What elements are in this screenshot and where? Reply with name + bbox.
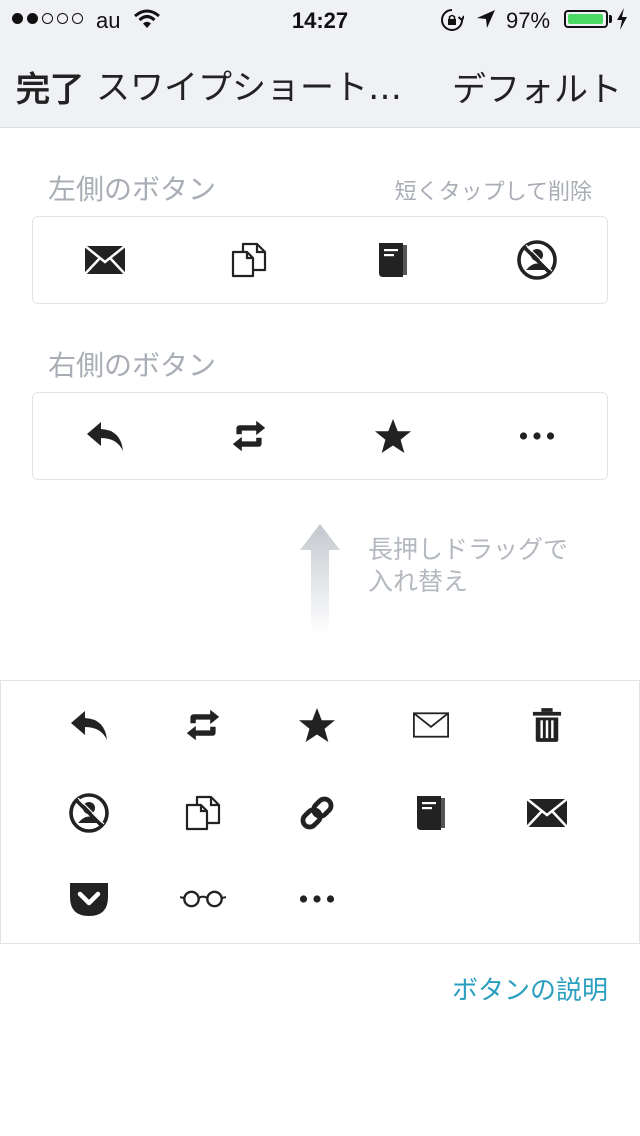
more-icon [519, 431, 555, 441]
book-icon [377, 241, 409, 279]
copy-icon [185, 795, 221, 831]
reply-icon [69, 709, 109, 741]
palette-item-retweet[interactable] [163, 685, 243, 765]
trash-icon [532, 707, 562, 743]
up-arrow-icon [298, 524, 342, 634]
button-explanation-link[interactable]: ボタンの説明 [452, 970, 608, 1007]
drag-hint-line1: 長押しドラッグで [368, 535, 569, 564]
battery-percentage: 97% [506, 8, 551, 33]
left-slot-copy[interactable] [177, 217, 321, 303]
palette-item-book[interactable] [391, 773, 471, 853]
palette-item-star[interactable] [277, 685, 357, 765]
right-slot-star[interactable] [321, 393, 465, 479]
palette-item-mail-outline[interactable] [391, 685, 471, 765]
palette-item-glasses[interactable] [163, 859, 243, 939]
mail-icon [85, 246, 125, 274]
palette-item-reply[interactable] [49, 685, 129, 765]
status-bar: au 14:27 97% [0, 0, 640, 40]
no-person-icon [516, 239, 558, 281]
left-buttons-box [32, 216, 608, 304]
more-icon [299, 894, 335, 904]
glasses-icon [180, 889, 226, 909]
right-buttons-title: 右側のボタン [48, 349, 217, 382]
right-buttons-box [32, 392, 608, 480]
retweet-icon [185, 708, 221, 742]
drag-hint: 長押しドラッグで 入れ替え [368, 534, 608, 598]
battery-icon [564, 10, 608, 28]
palette-item-trash[interactable] [507, 685, 587, 765]
tap-to-delete-hint: 短くタップして削除 [394, 180, 592, 205]
left-slot-book[interactable] [321, 217, 465, 303]
left-slot-no-person[interactable] [465, 217, 609, 303]
location-arrow-icon [476, 9, 496, 29]
battery-nub [609, 15, 612, 23]
palette-item-pocket[interactable] [49, 859, 129, 939]
rotation-lock-icon [440, 8, 464, 32]
book-icon [415, 794, 447, 832]
page-title: スワイプショート… [96, 68, 402, 108]
star-icon [374, 418, 412, 454]
battery-level [568, 14, 603, 24]
palette-item-link[interactable] [277, 773, 357, 853]
button-palette [0, 680, 640, 944]
palette-item-no-person[interactable] [49, 773, 129, 853]
drag-hint-line2: 入れ替え [368, 567, 469, 596]
left-slot-mail[interactable] [33, 217, 177, 303]
no-person-icon [68, 792, 110, 834]
retweet-icon [231, 419, 267, 453]
mail-icon [527, 799, 567, 827]
default-button[interactable]: デフォルト [452, 62, 622, 111]
charging-bolt-icon [616, 8, 628, 30]
reply-icon [85, 420, 125, 452]
link-icon [298, 794, 336, 832]
right-slot-reply[interactable] [33, 393, 177, 479]
star-icon [298, 707, 336, 743]
palette-item-mail[interactable] [507, 773, 587, 853]
done-button[interactable]: 完了 [16, 62, 84, 111]
right-slot-more[interactable] [465, 393, 609, 479]
navigation-bar: 完了 スワイプショート… デフォルト [0, 40, 640, 128]
copy-icon [231, 242, 267, 278]
palette-item-copy[interactable] [163, 773, 243, 853]
right-slot-retweet[interactable] [177, 393, 321, 479]
pocket-icon [69, 881, 109, 917]
palette-item-more[interactable] [277, 859, 357, 939]
mail-outline-icon [413, 712, 449, 738]
left-buttons-title: 左側のボタン [48, 173, 217, 206]
